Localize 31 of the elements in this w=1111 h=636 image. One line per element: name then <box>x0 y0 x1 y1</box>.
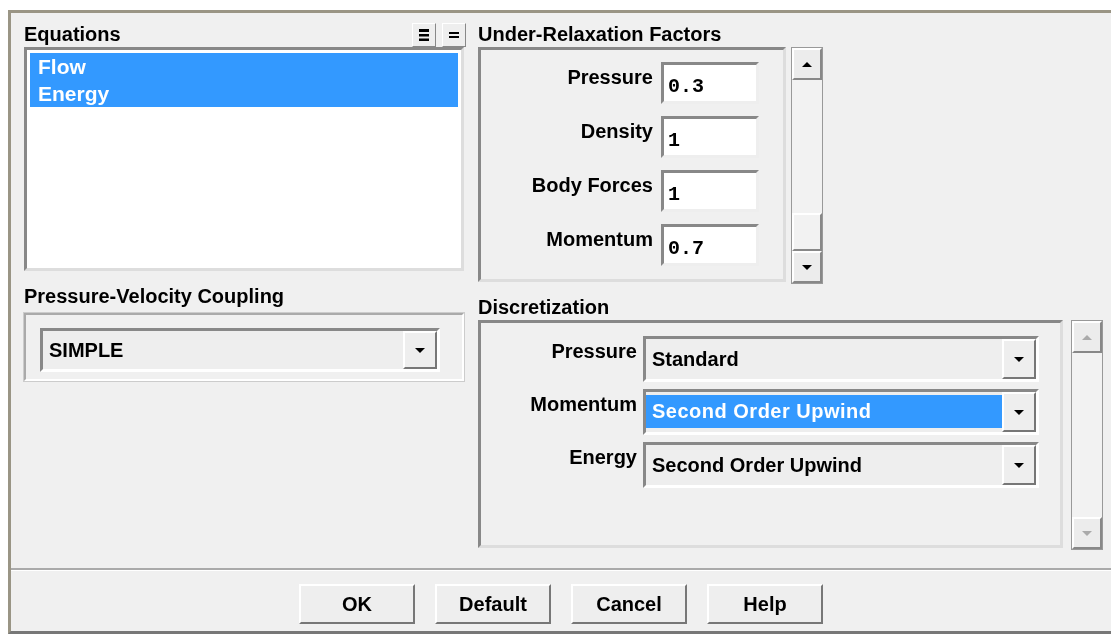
scroll-up-icon[interactable] <box>802 61 812 67</box>
dropdown[interactable]: Standard <box>643 336 1039 382</box>
scroll-thumb[interactable] <box>792 213 822 251</box>
scroll-up-icon <box>1082 334 1092 340</box>
field-label: Energy <box>568 445 638 470</box>
section-heading: Under-Relaxation Factors <box>478 22 723 47</box>
deselect-all-button[interactable] <box>442 23 466 47</box>
dialog-button[interactable]: OK <box>299 584 415 624</box>
section-heading: Discretization <box>478 295 611 320</box>
input-field[interactable]: 1 <box>661 170 759 212</box>
field-label: Momentum <box>529 392 638 417</box>
dropdown[interactable]: Second Order Upwind <box>643 442 1039 488</box>
scroll-down-icon[interactable] <box>802 264 812 270</box>
section-heading: Equations <box>24 22 121 47</box>
field-label: Momentum <box>545 227 654 252</box>
dialog-button[interactable]: Help <box>707 584 823 624</box>
input-field[interactable]: 0.3 <box>661 62 759 104</box>
field-label: Pressure <box>566 65 654 90</box>
field-label: Body Forces <box>530 173 654 198</box>
dropdown[interactable]: SIMPLE <box>40 328 440 372</box>
scroll-down-icon <box>1082 530 1092 536</box>
input-field[interactable]: 1 <box>661 116 759 158</box>
input-field[interactable]: 0.7 <box>661 224 759 266</box>
field-label: Density <box>579 119 654 144</box>
section-heading: Pressure-Velocity Coupling <box>24 284 286 309</box>
scrollbar[interactable] <box>791 47 823 284</box>
field-label: Pressure <box>550 339 638 364</box>
dialog-button[interactable]: Cancel <box>571 584 687 624</box>
list-lines-icon <box>418 28 430 42</box>
dialog-button[interactable]: Default <box>435 584 551 624</box>
select-all-button[interactable] <box>412 23 436 47</box>
